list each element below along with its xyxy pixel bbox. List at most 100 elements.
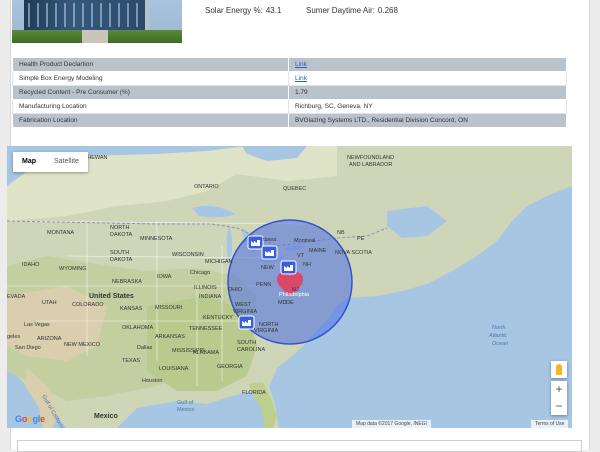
map-label: VIRGINIA	[233, 309, 257, 315]
map-label: Las Vegas	[24, 322, 50, 328]
product-properties-table: Health Product Declartion Link Simple Bo…	[12, 57, 567, 128]
map-label: NOVA SCOTIA	[335, 250, 372, 256]
property-value: Link	[288, 57, 567, 72]
map-label: VIRGINIA	[254, 328, 278, 334]
map-label: TENNESSEE	[189, 326, 223, 332]
map-label: IDAHO	[22, 262, 40, 268]
map-label: ILLINOIS	[194, 285, 217, 291]
map-label: SOUTH	[237, 340, 256, 346]
property-label: Manufacturing Location	[12, 99, 289, 114]
map-label: Chicago	[190, 270, 210, 276]
map-label-country: Mexico	[94, 413, 118, 420]
pegman-icon[interactable]	[551, 361, 567, 378]
map-label-country: United States	[89, 293, 134, 300]
map-label: KANSAS	[120, 306, 143, 312]
map-label: EVADA	[7, 294, 26, 300]
map-label: WYOMING	[59, 266, 87, 272]
map-label: WEST	[235, 302, 252, 308]
map-label: GEORGIA	[217, 364, 243, 370]
map-label: INDIANA	[199, 294, 222, 300]
map-label: NORTH	[259, 322, 278, 328]
map-label: NEWFOUNDLAND	[347, 155, 394, 161]
property-value: BVGlazing Systems LTD., Residential Divi…	[288, 113, 567, 128]
map-label: Atlantic	[488, 333, 507, 339]
map-type-control: Map Satellite	[13, 152, 88, 172]
map-label: MINNESOTA	[140, 236, 173, 242]
map-label: ARIZONA	[37, 336, 62, 342]
map-label: Ocean	[492, 341, 508, 347]
map-label: NJ	[292, 287, 299, 293]
table-row: Manufacturing Location Richburg, SC, Gen…	[12, 99, 567, 114]
factory-marker-icon[interactable]	[261, 245, 278, 260]
hpd-link[interactable]: Link	[295, 61, 307, 68]
map-label: SOUTH	[110, 250, 129, 256]
map-label: CAROLINA	[237, 347, 265, 353]
map-label: ARKANSAS	[155, 334, 185, 340]
property-label: Health Product Declartion	[12, 57, 289, 72]
factory-marker-icon[interactable]	[280, 260, 297, 275]
map-label: FLORIDA	[242, 390, 266, 396]
map-label: DAKOTA	[110, 257, 133, 263]
map-label: UTAH	[42, 300, 57, 306]
product-photo	[12, 0, 182, 43]
property-value: Link	[288, 71, 567, 86]
daytime-air-stat: Sumer Daytime Air: 0.268	[306, 6, 398, 15]
map-label: NH	[303, 262, 311, 268]
map-label: Dallas	[137, 345, 153, 351]
map-label: IOWA	[157, 274, 172, 280]
table-row: Health Product Declartion Link	[12, 57, 567, 72]
map-label: VT	[297, 253, 305, 259]
google-logo: Google	[15, 414, 45, 424]
map-label: MONTANA	[47, 230, 74, 236]
map-label: North	[492, 325, 505, 331]
map-label: NEW MEXICO	[64, 342, 101, 348]
map-type-map-button[interactable]: Map	[13, 152, 45, 172]
map-label: MISSOURI	[155, 305, 183, 311]
map-label: Gulf of	[177, 400, 194, 406]
map-label: COLORADO	[72, 302, 104, 308]
zoom-out-button[interactable]: −	[551, 398, 567, 415]
factory-marker-icon[interactable]	[247, 235, 264, 250]
map-label: MAINE	[309, 248, 327, 254]
map-label: DAKOTA	[110, 232, 133, 238]
map-label: Houston	[142, 378, 163, 384]
energy-modeling-link[interactable]: Link	[295, 75, 307, 82]
property-label: Fabrication Location	[12, 113, 289, 128]
map-label: OKLAHOMA	[122, 325, 154, 331]
map-label: NORTH	[110, 225, 129, 231]
map-label: Mexico	[177, 407, 194, 413]
map-label: TEXAS	[122, 358, 140, 364]
property-value: Richburg, SC, Geneva, NY	[288, 99, 567, 114]
map-type-satellite-button[interactable]: Satellite	[45, 152, 88, 172]
table-row: Recycled Content - Pre Consumer (%) 1.79	[12, 85, 567, 100]
map-label: NEBRASKA	[112, 279, 142, 285]
map-label: NEW	[261, 265, 275, 271]
map-label: OHIO	[228, 287, 243, 293]
zoom-in-button[interactable]: +	[551, 381, 567, 398]
solar-energy-stat: Solar Energy %: 43.1	[205, 6, 282, 15]
map-label: geles	[7, 334, 20, 340]
zoom-control: + −	[551, 381, 567, 415]
terms-of-use-link[interactable]: Terms of Use	[531, 420, 569, 428]
map-label: WISCONSIN	[172, 252, 204, 258]
property-label: Simple Box Energy Modeling	[12, 71, 289, 86]
map-label: Montreal	[294, 238, 315, 244]
map-canvas[interactable]: SASKATCHEWAN NEWFOUNDLAND AND LABRADOR O…	[7, 146, 572, 428]
map-label: PE	[357, 236, 365, 242]
map-label: ALABAMA	[193, 350, 219, 356]
map-label: ONTARIO	[194, 184, 219, 190]
table-row: Simple Box Energy Modeling Link	[12, 71, 567, 86]
section-box	[17, 440, 582, 452]
property-label: Recycled Content - Pre Consumer (%)	[12, 85, 289, 100]
map-label: KENTUCKY	[203, 315, 233, 321]
location-map[interactable]: SASKATCHEWAN NEWFOUNDLAND AND LABRADOR O…	[7, 146, 572, 428]
map-label: MICHIGAN	[205, 259, 233, 265]
map-label: NB	[337, 230, 345, 236]
map-label: DE	[286, 300, 294, 306]
map-label: AND LABRADOR	[349, 162, 392, 168]
map-label: ttawa	[263, 237, 277, 243]
map-label: LOUISIANA	[159, 366, 189, 372]
property-value: 1.79	[288, 85, 567, 100]
map-label: PENN	[256, 282, 271, 288]
factory-marker-icon[interactable]	[238, 315, 255, 330]
